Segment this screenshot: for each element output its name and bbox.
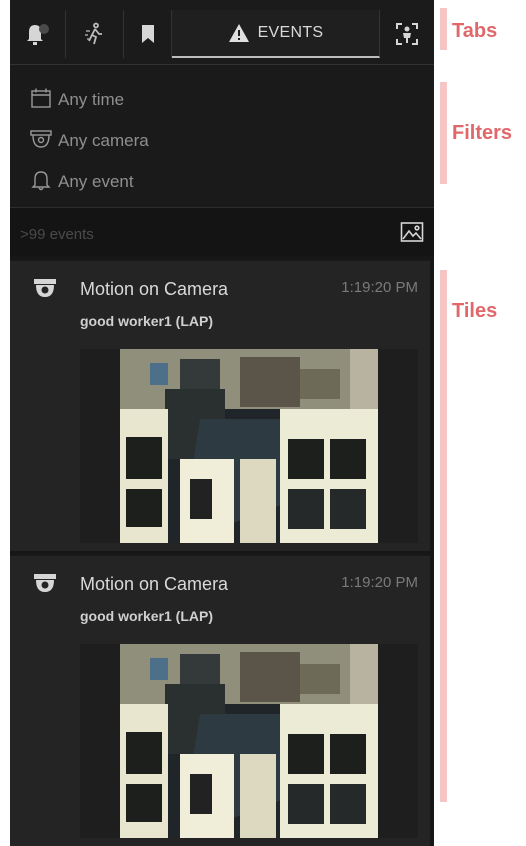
filter-section: Any time Any camera Any event — [10, 65, 434, 208]
camera-icon — [34, 279, 56, 304]
bell-outline-icon — [30, 169, 58, 196]
image-icon[interactable] — [400, 221, 424, 248]
tiles-annotation-bar — [440, 270, 447, 802]
filter-time-label: Any time — [58, 90, 125, 109]
event-time: 1:19:20 PM — [341, 574, 418, 591]
tab-events-label: EVENTS — [257, 24, 324, 41]
tabs-annotation: Tabs — [452, 20, 498, 42]
filters-annotation: Filters — [452, 122, 513, 144]
filter-time[interactable]: Any time — [30, 87, 124, 113]
tab-bar: EVENTS — [10, 0, 434, 65]
event-tile[interactable]: Motion on Camera 1:19:20 PM good worker1… — [10, 555, 430, 846]
event-title: Motion on Camera — [80, 574, 229, 594]
event-preview-frame — [80, 349, 418, 543]
filter-camera[interactable]: Any camera — [30, 128, 149, 154]
walking-person-icon — [83, 22, 107, 46]
warning-triangle-icon — [228, 23, 250, 43]
filter-event-label: Any event — [58, 172, 134, 191]
tab-notifications[interactable] — [10, 10, 66, 58]
event-time: 1:19:20 PM — [341, 279, 418, 296]
camera-icon — [34, 574, 56, 599]
event-camera-name: good worker1 (LAP) — [80, 313, 214, 329]
person-frame-icon — [395, 22, 419, 46]
tab-face-detection[interactable] — [380, 10, 434, 58]
tabs-annotation-bar — [440, 8, 447, 50]
bookmark-icon — [140, 24, 156, 44]
filter-event[interactable]: Any event — [30, 169, 134, 195]
event-camera-name: good worker1 (LAP) — [80, 608, 214, 624]
events-count-bar: >99 events — [10, 208, 434, 256]
event-preview-image — [120, 349, 378, 543]
tab-events[interactable]: EVENTS — [172, 10, 380, 58]
filter-camera-label: Any camera — [58, 131, 149, 150]
dome-camera-icon — [30, 128, 58, 155]
event-title: Motion on Camera — [80, 279, 229, 299]
tab-motion[interactable] — [66, 10, 124, 58]
event-tile[interactable]: Motion on Camera 1:19:20 PM good worker1… — [10, 260, 430, 551]
filters-annotation-bar — [440, 82, 447, 184]
events-panel: EVENTS Any time Any camera Any event >99… — [10, 0, 434, 846]
event-preview-frame — [80, 644, 418, 838]
calendar-icon — [30, 87, 58, 114]
bell-icon — [24, 21, 52, 47]
tiles-annotation: Tiles — [452, 300, 498, 322]
tab-bookmarks[interactable] — [124, 10, 172, 58]
events-count: >99 events — [20, 226, 94, 243]
event-preview-image — [120, 644, 378, 838]
